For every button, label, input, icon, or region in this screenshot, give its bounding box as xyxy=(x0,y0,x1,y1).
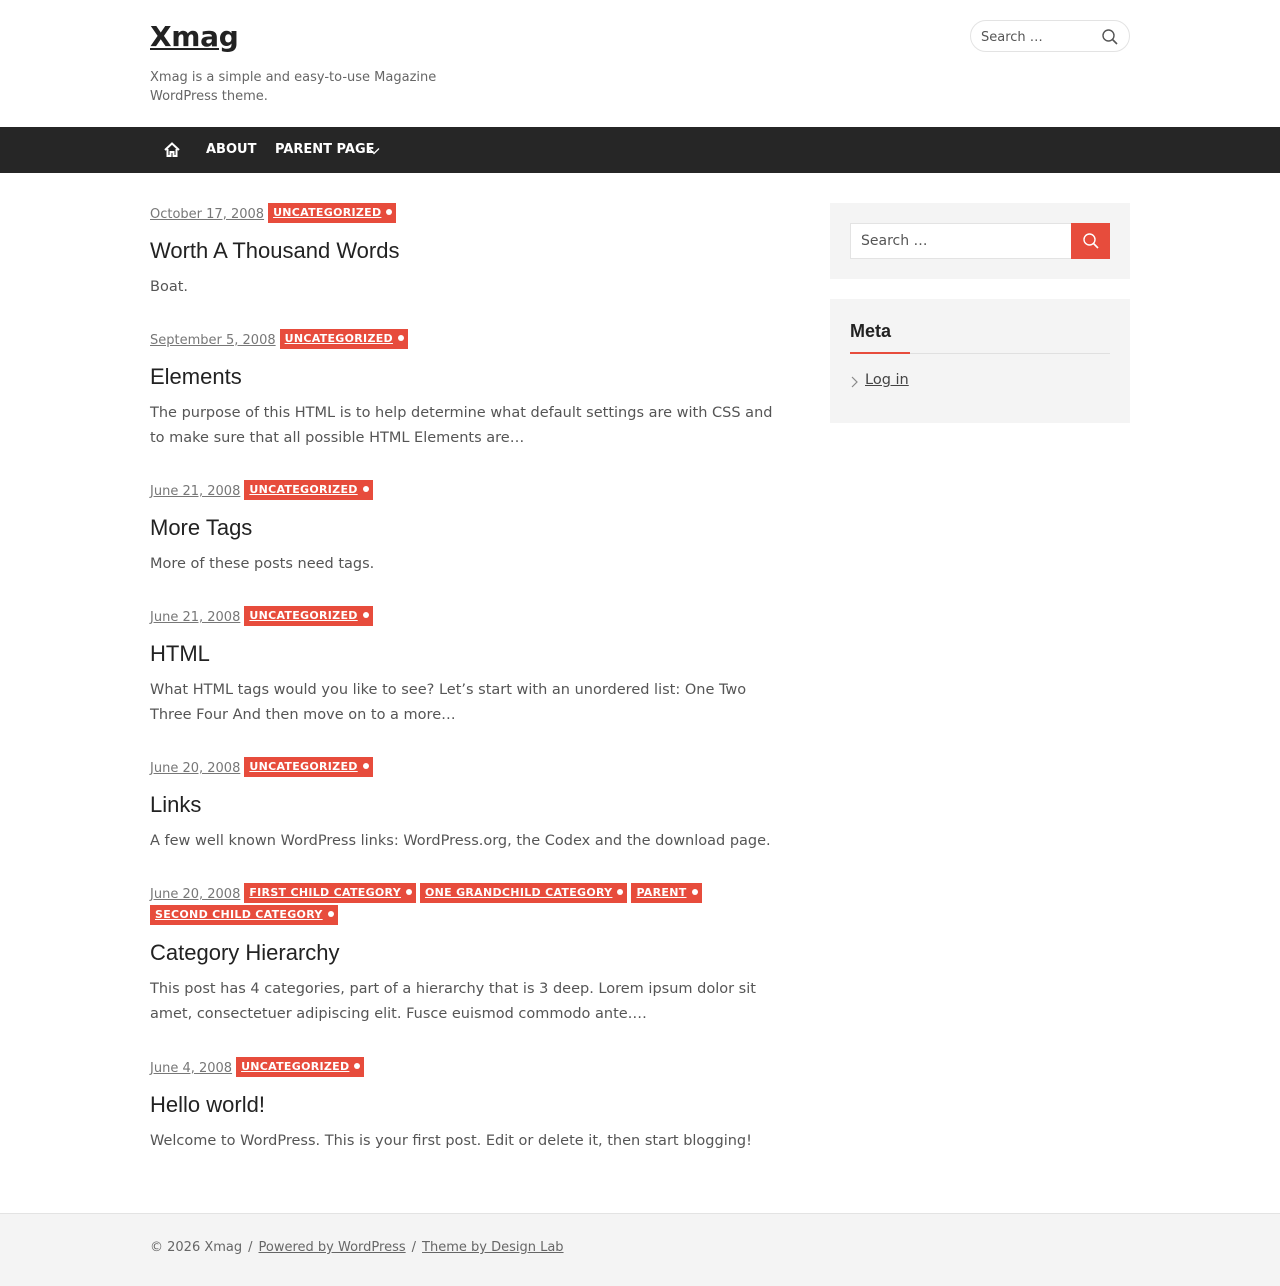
post-meta: June 20, 2008 Uncategorized xyxy=(150,757,780,780)
site-title[interactable]: Xmag xyxy=(150,20,239,53)
footer-separator: / xyxy=(248,1240,253,1255)
post-date[interactable]: June 4, 2008 xyxy=(150,1061,232,1076)
category-badge[interactable]: Uncategorized xyxy=(236,1057,365,1077)
post-title[interactable]: More Tags xyxy=(150,514,780,542)
post-item: June 21, 2008 Uncategorized HTML What HTM… xyxy=(150,606,780,728)
post-title[interactable]: Hello world! xyxy=(150,1091,780,1119)
post-title[interactable]: HTML xyxy=(150,640,780,668)
post-date[interactable]: October 17, 2008 xyxy=(150,207,264,222)
category-badge[interactable]: One Grandchild Category xyxy=(419,883,628,903)
post-item: June 21, 2008 Uncategorized More Tags Mor… xyxy=(150,480,780,577)
chevron-right-icon xyxy=(851,376,858,388)
post-excerpt: Welcome to WordPress. This is your first… xyxy=(150,1133,752,1149)
post-date[interactable]: June 20, 2008 xyxy=(150,887,240,902)
post-title[interactable]: Elements xyxy=(150,363,780,391)
post-title[interactable]: Category Hierarchy xyxy=(150,939,780,967)
post-excerpt: The purpose of this HTML is to help dete… xyxy=(150,405,773,446)
category-badge[interactable]: Parent xyxy=(631,883,702,903)
post-title[interactable]: Worth A Thousand Words xyxy=(150,237,780,265)
category-badge[interactable]: Uncategorized xyxy=(244,480,373,500)
site-header: Xmag Xmag is a simple and easy-to-use Ma… xyxy=(0,0,1280,127)
footer-separator: / xyxy=(411,1240,417,1255)
post-excerpt: Boat. xyxy=(150,279,188,295)
meta-widget: Meta Log in xyxy=(830,299,1130,423)
chevron-down-icon[interactable] xyxy=(368,144,380,156)
post-excerpt: What HTML tags would you like to see? Le… xyxy=(150,682,747,723)
widget-title: Meta xyxy=(850,321,892,341)
header-search-form xyxy=(970,20,1130,52)
post-title[interactable]: Links xyxy=(150,791,780,819)
category-badge[interactable]: Uncategorized xyxy=(244,757,373,777)
header-search-input[interactable] xyxy=(981,27,1096,47)
home-icon[interactable] xyxy=(162,140,182,160)
category-badge[interactable]: Uncategorized xyxy=(279,329,408,349)
post-item: June 20, 2008 Uncategorized Links A few w… xyxy=(150,757,780,854)
category-badge[interactable]: Uncategorized xyxy=(244,606,373,626)
post-meta: October 17, 2008 Uncategorized xyxy=(150,203,780,226)
footer-credits: © 2026 Xmag / Powered by WordPress / Theme b… xyxy=(150,1240,564,1255)
post-item: June 20, 2008 First Child Category One Gra… xyxy=(150,883,780,1027)
main-navigation: About Parent Page xyxy=(0,127,1280,173)
site-description: Xmag is a simple and easy-to-use Magazin… xyxy=(150,70,437,104)
theme-by-link[interactable]: Theme by Design Lab xyxy=(422,1240,564,1255)
nav-item-about[interactable]: About xyxy=(206,127,256,173)
copyright-text: © 2026 Xmag xyxy=(150,1240,243,1255)
post-item: September 5, 2008 Uncategorized Elements … xyxy=(150,329,780,451)
search-submit-button[interactable] xyxy=(1071,223,1110,259)
search-icon xyxy=(1083,233,1099,249)
post-date[interactable]: June 21, 2008 xyxy=(150,484,240,499)
sidebar-search-input[interactable] xyxy=(850,223,1072,259)
post-meta: June 21, 2008 Uncategorized xyxy=(150,480,780,503)
post-item: October 17, 2008 Uncategorized Worth A Th… xyxy=(150,203,780,300)
search-widget xyxy=(830,203,1130,279)
category-badge[interactable]: Second Child Category xyxy=(150,905,338,925)
widget-divider-accent xyxy=(850,352,910,354)
post-excerpt: A few well known WordPress links: WordPr… xyxy=(150,833,771,849)
search-icon[interactable] xyxy=(1101,28,1119,46)
powered-by-link[interactable]: Powered by WordPress xyxy=(259,1240,406,1255)
log-in-link[interactable]: Log in xyxy=(865,372,909,388)
post-meta: June 20, 2008 First Child Category One Gra… xyxy=(150,883,780,928)
post-item: June 4, 2008 Uncategorized Hello world! W… xyxy=(150,1057,780,1154)
site-footer: © 2026 Xmag / Powered by WordPress / Theme b… xyxy=(0,1213,1280,1286)
nav-item-parent-page[interactable]: Parent Page xyxy=(275,127,375,173)
post-excerpt: More of these posts need tags. xyxy=(150,556,375,572)
post-meta: September 5, 2008 Uncategorized xyxy=(150,329,780,352)
meta-list-item: Log in xyxy=(850,372,909,388)
category-badge[interactable]: First Child Category xyxy=(244,883,416,903)
post-excerpt: This post has 4 categories, part of a hi… xyxy=(150,981,756,1022)
post-date[interactable]: June 21, 2008 xyxy=(150,610,240,625)
post-meta: June 21, 2008 Uncategorized xyxy=(150,606,780,629)
post-date[interactable]: June 20, 2008 xyxy=(150,761,240,776)
post-meta: June 4, 2008 Uncategorized xyxy=(150,1057,780,1080)
post-date[interactable]: September 5, 2008 xyxy=(150,333,276,348)
category-badge[interactable]: Uncategorized xyxy=(268,203,397,223)
